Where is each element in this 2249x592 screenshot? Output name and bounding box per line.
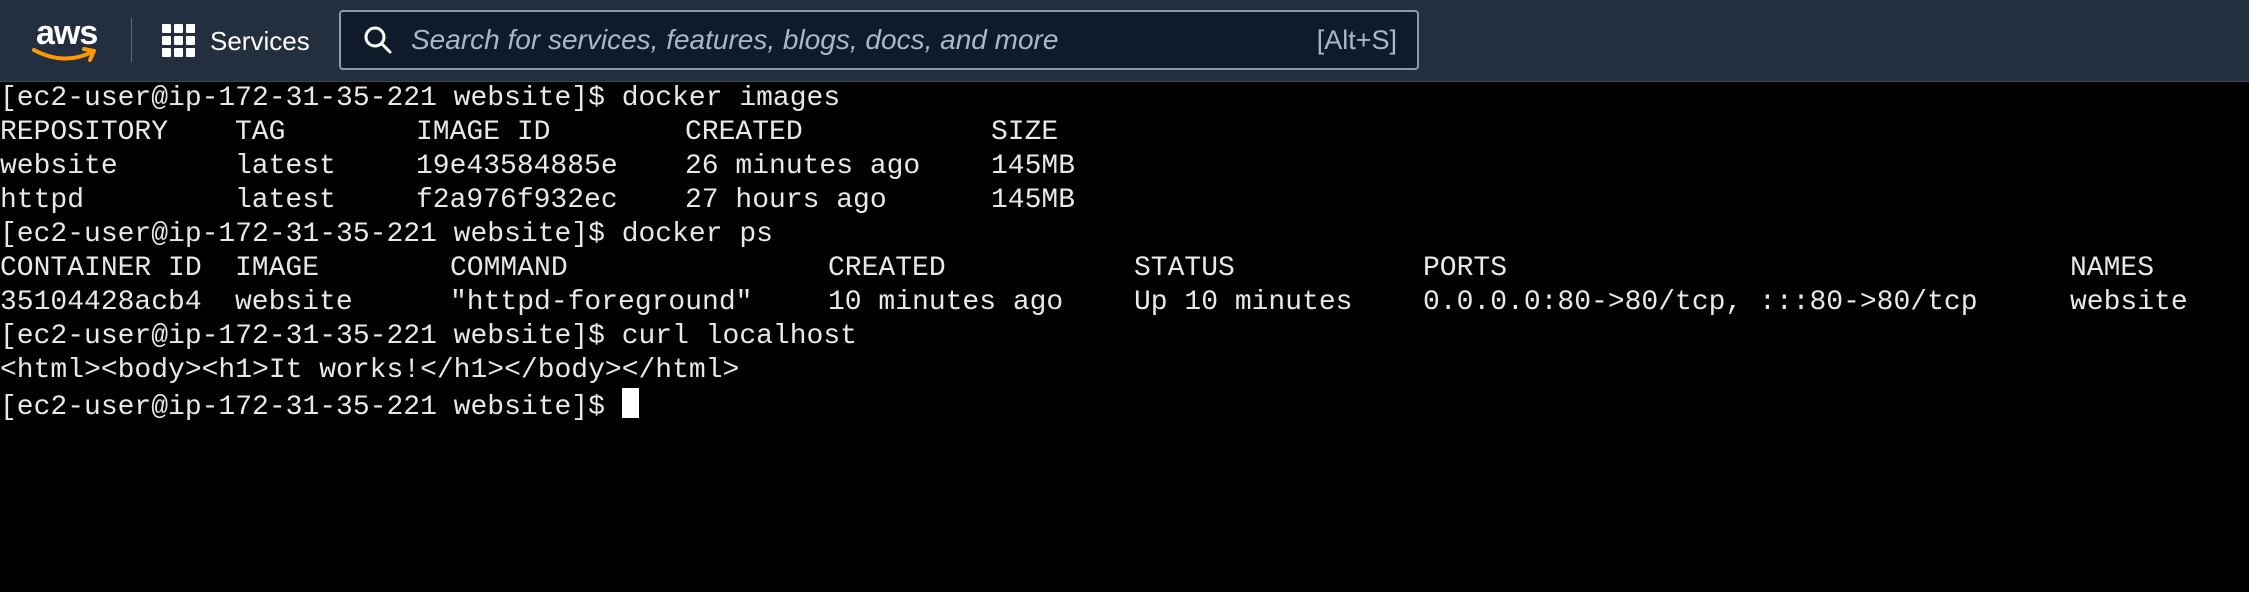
ps-cell-ports: 0.0.0.0:80->80/tcp, :::80->80/tcp <box>1423 287 1978 318</box>
images-header-size: SIZE <box>991 117 1059 148</box>
ps-header-row: CONTAINER ID IMAGE COMMAND CREATED STATU… <box>0 252 2249 286</box>
search-shortcut-hint: [Alt+S] <box>1316 24 1397 55</box>
images-cell-image-id: f2a976f932ec <box>416 185 618 216</box>
ps-header-status: STATUS <box>1134 253 1235 284</box>
images-row: website latest 19e43584885e 26 minutes a… <box>0 150 2249 184</box>
images-cell-tag: latest <box>235 185 336 216</box>
header-divider <box>131 18 132 62</box>
images-cell-size: 145MB <box>991 185 1076 216</box>
ps-cell-container-id: 35104428acb4 <box>0 287 202 318</box>
ps-header-command: COMMAND <box>450 253 568 284</box>
search-input[interactable] <box>409 19 1317 61</box>
ps-cell-created: 10 minutes ago <box>828 287 1064 318</box>
services-label: Services <box>210 25 310 56</box>
ps-cell-names: website <box>2070 287 2188 318</box>
images-header-created: CREATED <box>685 117 803 148</box>
images-cell-image-id: 19e43584885e <box>416 151 618 182</box>
images-cell-tag: latest <box>235 151 336 182</box>
images-header-row: REPOSITORY TAG IMAGE ID CREATED SIZE <box>0 116 2249 150</box>
terminal-command-line: [ec2-user@ip-172-31-35-221 website]$ cur… <box>0 321 857 352</box>
ps-header-names: NAMES <box>2070 253 2155 284</box>
aws-smile-icon <box>32 47 96 62</box>
aws-console-header: aws Services [Alt+S] <box>0 0 2249 82</box>
aws-logo[interactable]: aws <box>30 14 106 66</box>
search-icon <box>364 26 392 54</box>
terminal-cursor <box>621 388 639 418</box>
images-cell-size: 145MB <box>991 151 1076 182</box>
images-cell-repository: httpd <box>0 185 85 216</box>
grid-menu-icon <box>162 24 196 58</box>
images-header-tag: TAG <box>235 117 286 148</box>
ps-header-ports: PORTS <box>1423 253 1508 284</box>
curl-output-line: <html><body><h1>It works!</h1></body></h… <box>0 355 740 386</box>
ps-row: 35104428acb4 website "httpd-foreground" … <box>0 286 2249 320</box>
terminal-command-line: [ec2-user@ip-172-31-35-221 website]$ doc… <box>0 83 841 114</box>
images-cell-repository: website <box>0 151 118 182</box>
ps-cell-status: Up 10 minutes <box>1134 287 1353 318</box>
ps-header-image: IMAGE <box>235 253 320 284</box>
images-header-image-id: IMAGE ID <box>416 117 551 148</box>
search-box[interactable]: [Alt+S] <box>339 10 1419 70</box>
ps-cell-command: "httpd-foreground" <box>450 287 753 318</box>
images-cell-created: 27 hours ago <box>685 185 887 216</box>
images-cell-created: 26 minutes ago <box>685 151 921 182</box>
ps-header-created: CREATED <box>828 253 946 284</box>
ps-header-container-id: CONTAINER ID <box>0 253 202 284</box>
images-row: httpd latest f2a976f932ec 27 hours ago 1… <box>0 184 2249 218</box>
prompt-text: [ec2-user@ip-172-31-35-221 website]$ <box>0 392 622 423</box>
ps-cell-image: website <box>235 287 353 318</box>
services-menu-button[interactable]: Services <box>162 20 310 62</box>
terminal-command-line: [ec2-user@ip-172-31-35-221 website]$ doc… <box>0 219 773 250</box>
terminal-active-prompt[interactable]: [ec2-user@ip-172-31-35-221 website]$ <box>0 388 2249 423</box>
terminal-output[interactable]: [ec2-user@ip-172-31-35-221 website]$ doc… <box>0 82 2249 481</box>
images-header-repository: REPOSITORY <box>0 117 169 148</box>
